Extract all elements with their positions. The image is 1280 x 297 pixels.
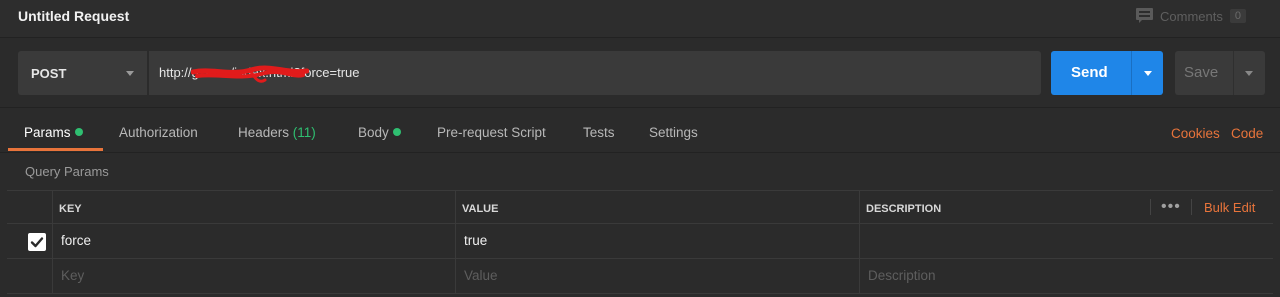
param-value-field[interactable]: true xyxy=(455,224,859,258)
save-button[interactable]: Save xyxy=(1175,51,1265,95)
chevron-down-icon xyxy=(1245,71,1253,76)
param-key-field[interactable]: force xyxy=(52,224,455,258)
tab-headers[interactable]: Headers (11) xyxy=(238,125,316,140)
param-key-value: force xyxy=(61,233,92,248)
key-placeholder: Key xyxy=(61,268,85,283)
active-tab-indicator xyxy=(8,148,103,151)
chevron-down-icon xyxy=(1144,71,1152,76)
tab-params-label: Params xyxy=(24,125,71,140)
new-key-field[interactable]: Key xyxy=(52,259,455,293)
request-title-bar: Untitled Request Comments 0 xyxy=(0,0,1280,38)
headers-count: (11) xyxy=(292,125,316,140)
value-placeholder: Value xyxy=(464,268,498,283)
description-header-label: DESCRIPTION xyxy=(866,203,942,215)
comments-count-badge: 0 xyxy=(1229,9,1246,23)
send-label: Send xyxy=(1071,64,1108,81)
request-tabs: Params Authorization Headers (11) Body P… xyxy=(0,108,1280,153)
more-options-icon[interactable]: ••• xyxy=(1161,198,1181,216)
value-header-label: VALUE xyxy=(462,203,499,215)
cookies-link[interactable]: Cookies xyxy=(1171,126,1220,141)
params-indicator-dot xyxy=(74,128,83,136)
header-divider xyxy=(1150,199,1151,215)
tab-body-label: Body xyxy=(358,125,389,140)
query-params-title: Query Params xyxy=(25,164,109,179)
value-column-header: VALUE xyxy=(455,191,859,223)
table-row-new: Key Value Description xyxy=(7,259,1273,294)
tab-authorization[interactable]: Authorization xyxy=(119,125,198,140)
new-description-field[interactable]: Description xyxy=(859,259,1273,293)
comments-button[interactable]: Comments 0 xyxy=(1136,8,1246,24)
params-table: KEY VALUE DESCRIPTION ••• Bulk Edit forc… xyxy=(7,190,1273,297)
new-value-field[interactable]: Value xyxy=(455,259,859,293)
tab-tests[interactable]: Tests xyxy=(583,125,615,140)
comment-icon xyxy=(1136,8,1154,24)
key-column-header: KEY xyxy=(52,191,455,223)
code-link[interactable]: Code xyxy=(1231,126,1263,141)
method-label: POST xyxy=(31,66,67,81)
param-value-value: true xyxy=(464,233,488,248)
save-label: Save xyxy=(1184,64,1219,81)
key-header-label: KEY xyxy=(59,203,82,215)
method-select[interactable]: POST xyxy=(18,51,148,95)
header-divider xyxy=(1191,199,1192,215)
table-header-row: KEY VALUE DESCRIPTION ••• Bulk Edit xyxy=(7,191,1273,224)
redaction-scribble xyxy=(191,65,309,83)
tab-body[interactable]: Body xyxy=(358,125,401,140)
tab-pre-request-script[interactable]: Pre-request Script xyxy=(437,125,546,140)
tab-headers-label: Headers xyxy=(238,125,290,140)
save-options-button[interactable] xyxy=(1233,51,1265,95)
request-title[interactable]: Untitled Request xyxy=(18,8,129,24)
row-enabled-checkbox[interactable] xyxy=(28,233,46,251)
tab-params[interactable]: Params xyxy=(24,125,83,140)
url-input[interactable]: http://g .com/index.html?force=true xyxy=(149,51,1041,95)
url-bar: POST http://g .com/index.html?force=true… xyxy=(0,38,1280,108)
comments-label: Comments xyxy=(1160,8,1223,24)
checkmark-icon xyxy=(30,237,44,248)
description-column-header: DESCRIPTION ••• Bulk Edit xyxy=(859,191,1273,223)
send-button[interactable]: Send xyxy=(1051,51,1163,95)
bulk-edit-link[interactable]: Bulk Edit xyxy=(1204,200,1255,215)
body-indicator-dot xyxy=(392,128,401,136)
send-options-button[interactable] xyxy=(1131,51,1163,95)
chevron-down-icon xyxy=(126,71,134,76)
param-description-field[interactable] xyxy=(859,224,1273,258)
description-placeholder: Description xyxy=(868,268,936,283)
tab-settings[interactable]: Settings xyxy=(649,125,698,140)
table-row: force true xyxy=(7,224,1273,259)
